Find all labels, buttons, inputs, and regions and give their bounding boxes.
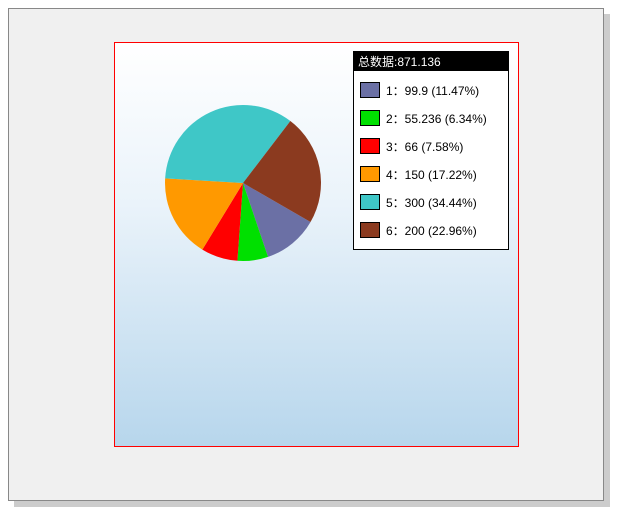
legend-label: 4：150 (17.22%) [386,166,477,183]
legend: 总数据:871.136 1：99.9 (11.47%) 2：55.236 (6.… [353,51,509,250]
chart-frame: 总数据:871.136 1：99.9 (11.47%) 2：55.236 (6.… [114,42,519,447]
legend-label: 2：55.236 (6.34%) [386,110,487,127]
legend-item: 1：99.9 (11.47%) [360,81,502,99]
legend-item: 3：66 (7.58%) [360,137,502,155]
legend-swatch [360,166,380,182]
legend-label: 3：66 (7.58%) [386,138,463,155]
legend-label: 6：200 (22.96%) [386,222,477,239]
legend-item: 6：200 (22.96%) [360,221,502,239]
legend-item: 2：55.236 (6.34%) [360,109,502,127]
legend-swatch [360,110,380,126]
outer-panel: 总数据:871.136 1：99.9 (11.47%) 2：55.236 (6.… [8,8,604,501]
legend-label: 5：300 (34.44%) [386,194,477,211]
legend-body: 1：99.9 (11.47%) 2：55.236 (6.34%) 3：66 (7… [354,71,508,249]
legend-label: 1：99.9 (11.47%) [386,82,479,99]
legend-swatch [360,138,380,154]
pie-chart [163,103,323,263]
legend-title: 总数据:871.136 [354,52,508,71]
legend-swatch [360,82,380,98]
legend-item: 4：150 (17.22%) [360,165,502,183]
legend-item: 5：300 (34.44%) [360,193,502,211]
legend-swatch [360,194,380,210]
legend-swatch [360,222,380,238]
